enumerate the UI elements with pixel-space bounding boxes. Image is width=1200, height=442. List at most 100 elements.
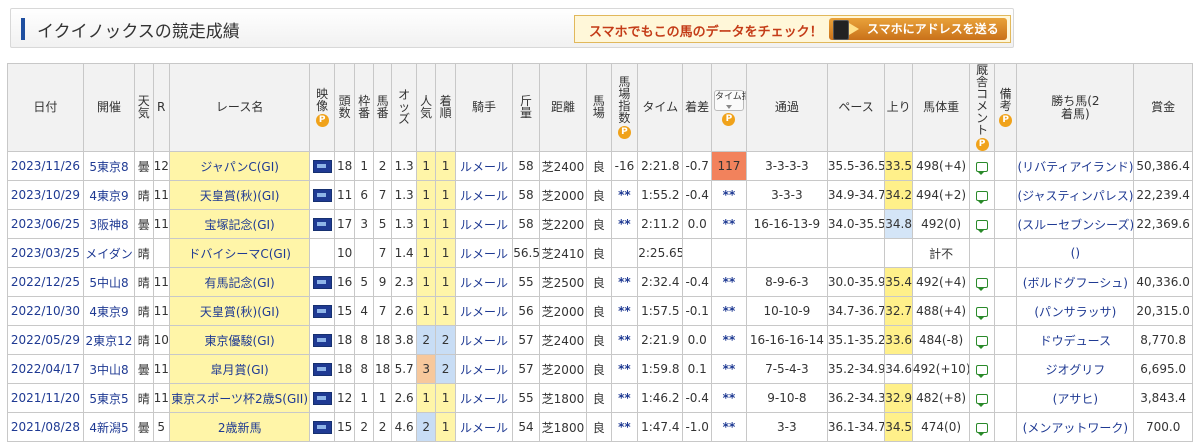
comment-icon[interactable]: [976, 277, 989, 291]
cell-date[interactable]: 2022/05/29: [7, 325, 84, 355]
video-icon[interactable]: [312, 160, 332, 173]
cell-stable-comment[interactable]: [969, 267, 995, 297]
cell-stable-comment[interactable]: [969, 325, 995, 355]
cell-jockey[interactable]: ルメール: [454, 180, 514, 210]
video-icon[interactable]: [312, 363, 332, 376]
cell-venue[interactable]: 4新潟5: [82, 412, 136, 442]
send-address-button[interactable]: スマホにアドレスを送る: [829, 18, 1007, 40]
cell-venue[interactable]: 2東京12: [82, 325, 136, 355]
cell-race-name[interactable]: 天皇賞(秋)(GI): [168, 180, 311, 210]
comment-icon[interactable]: [976, 306, 989, 320]
cell-winner[interactable]: (メンアットワーク): [1016, 412, 1135, 442]
cell-video[interactable]: [309, 180, 335, 210]
cell-date[interactable]: 2023/06/25: [7, 209, 84, 239]
cell-jockey[interactable]: ルメール: [454, 151, 514, 181]
video-icon[interactable]: [312, 392, 332, 405]
table-row: 2022/12/25 5中山8 晴 11 有馬記念(GI) 16 5 9 2.3 1 1 ルメール 55…: [7, 267, 1193, 297]
cell-winner[interactable]: ジオグリフ: [1016, 354, 1135, 384]
cell-margin: [682, 238, 713, 268]
cell-race-name[interactable]: 東京優駿(GI): [168, 325, 311, 355]
video-icon[interactable]: [312, 276, 332, 289]
comment-icon[interactable]: [976, 161, 989, 175]
cell-stable-comment[interactable]: [969, 209, 995, 239]
cell-track-index: **: [610, 354, 639, 384]
cell-pop: 2: [415, 325, 437, 355]
video-icon[interactable]: [312, 421, 332, 434]
cell-winner[interactable]: (ジャスティンパレス): [1016, 180, 1135, 210]
cell-date[interactable]: 2021/11/20: [7, 383, 84, 413]
table-row: 2023/11/26 5東京8 曇 12 ジャパンC(GI) 18 1 2 1.3 1 1 ルメール 5…: [7, 151, 1193, 181]
comment-icon[interactable]: [976, 219, 989, 233]
time-index-sort[interactable]: タイム指数: [713, 89, 745, 111]
cell-jockey[interactable]: ルメール: [454, 383, 514, 413]
cell-venue[interactable]: 3中山8: [82, 354, 136, 384]
cell-venue[interactable]: 3阪神8: [82, 209, 136, 239]
cell-venue[interactable]: 5東京8: [82, 151, 136, 181]
cell-video[interactable]: [309, 354, 335, 384]
cell-stable-comment[interactable]: [969, 383, 995, 413]
cell-venue[interactable]: 4東京9: [82, 296, 136, 326]
cell-venue[interactable]: メイダン: [82, 238, 136, 268]
cell-race-name[interactable]: 有馬記念(GI): [168, 267, 311, 297]
cell-winner[interactable]: (ボルドグフーシュ): [1016, 267, 1135, 297]
cell-race-name[interactable]: 天皇賞(秋)(GI): [168, 296, 311, 326]
video-icon[interactable]: [312, 189, 332, 202]
comment-icon[interactable]: [976, 393, 989, 407]
cell-stable-comment[interactable]: [969, 296, 995, 326]
cell-jockey[interactable]: ルメール: [454, 267, 514, 297]
cell-winner[interactable]: (パンサラッサ): [1016, 296, 1135, 326]
cell-video[interactable]: [309, 383, 335, 413]
cell-race-name[interactable]: ジャパンC(GI): [168, 151, 311, 181]
cell-date[interactable]: 2021/08/28: [7, 412, 84, 442]
cell-winner[interactable]: (リバティアイランド): [1016, 151, 1135, 181]
cell-video[interactable]: [309, 151, 335, 181]
cell-venue[interactable]: 5東京5: [82, 383, 136, 413]
cell-jockey[interactable]: ルメール: [454, 296, 514, 326]
cell-venue[interactable]: 5中山8: [82, 267, 136, 297]
col-note: 備考 P: [993, 63, 1018, 152]
cell-race-name[interactable]: 宝塚記念(GI): [168, 209, 311, 239]
cell-race-name[interactable]: 皐月賞(GI): [168, 354, 311, 384]
cell-race-name[interactable]: ドバイシーマC(GI): [168, 238, 311, 268]
cell-stable-comment[interactable]: [969, 180, 995, 210]
cell-track: 良: [586, 209, 612, 239]
cell-date[interactable]: 2023/03/25: [7, 238, 84, 268]
cell-winner[interactable]: (): [1016, 238, 1135, 268]
cell-stable-comment[interactable]: [969, 151, 995, 181]
cell-jockey[interactable]: ルメール: [454, 412, 514, 442]
cell-race-name[interactable]: 2歳新馬: [168, 412, 311, 442]
cell-date[interactable]: 2022/10/30: [7, 296, 84, 326]
cell-race-name[interactable]: 東京スポーツ杯2歳S(GII): [168, 383, 311, 413]
cell-video[interactable]: [309, 209, 335, 239]
comment-icon[interactable]: [976, 190, 989, 204]
cell-winner[interactable]: (スルーセブンシーズ): [1016, 209, 1135, 239]
cell-jockey[interactable]: ルメール: [454, 325, 514, 355]
cell-date[interactable]: 2022/12/25: [7, 267, 84, 297]
cell-video[interactable]: [309, 296, 335, 326]
cell-date[interactable]: 2023/10/29: [7, 180, 84, 210]
cell-stable-comment[interactable]: [969, 412, 995, 442]
cell-venue[interactable]: 4東京9: [82, 180, 136, 210]
cell-video[interactable]: [309, 412, 335, 442]
cell-jockey[interactable]: ルメール: [454, 209, 514, 239]
cell-date[interactable]: 2023/11/26: [7, 151, 84, 181]
video-icon[interactable]: [312, 305, 332, 318]
video-icon[interactable]: [312, 218, 332, 231]
cell-jockey[interactable]: ルメール: [454, 354, 514, 384]
cell-date[interactable]: 2022/04/17: [7, 354, 84, 384]
comment-icon[interactable]: [976, 422, 989, 436]
cell-jockey[interactable]: ルメール: [454, 238, 514, 268]
cell-passing: [745, 238, 828, 268]
col-time-index[interactable]: タイム指数P: [711, 63, 747, 152]
cell-body-weight: 492(+10): [911, 354, 971, 384]
cell-stable-comment[interactable]: [969, 354, 995, 384]
cell-winner[interactable]: ドウデュース: [1016, 325, 1135, 355]
cell-weight: 55: [512, 383, 540, 413]
cell-video[interactable]: [309, 325, 335, 355]
comment-icon[interactable]: [976, 335, 989, 349]
cell-time: 2:11.2: [637, 209, 684, 239]
video-icon[interactable]: [312, 334, 332, 347]
cell-winner[interactable]: (アサヒ): [1016, 383, 1135, 413]
cell-video[interactable]: [309, 267, 335, 297]
comment-icon[interactable]: [976, 364, 989, 378]
